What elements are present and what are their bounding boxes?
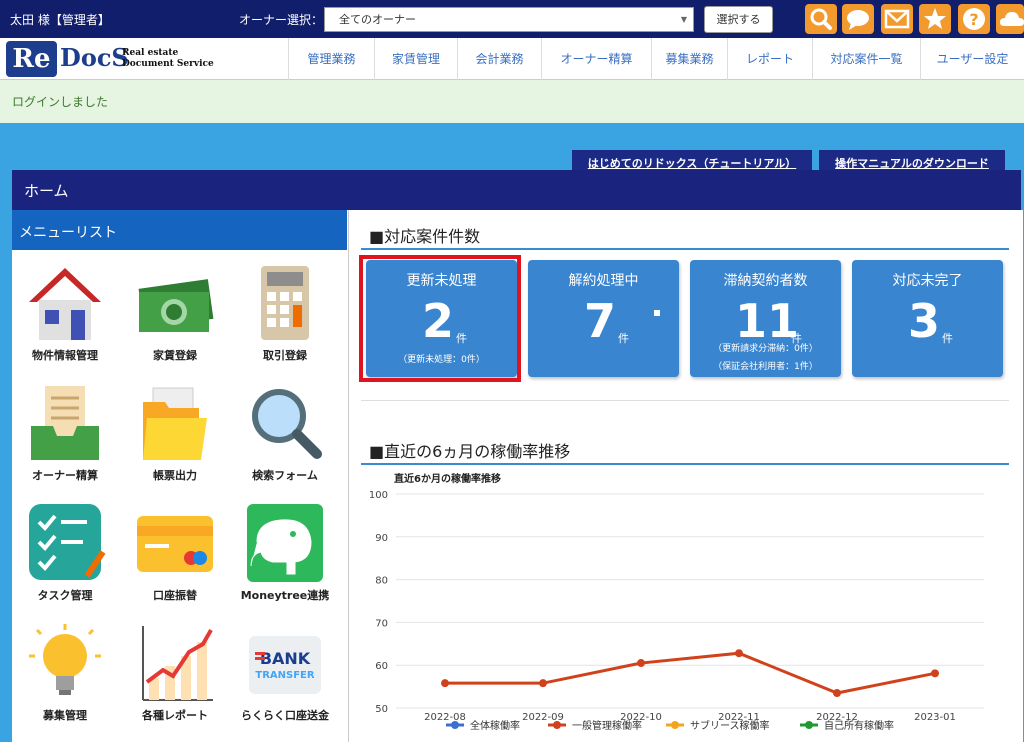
card-cancellation-processing[interactable]: 解約処理中 7 件 (528, 260, 679, 377)
card-incomplete-cases[interactable]: 対応未完了 3 件 (852, 260, 1003, 377)
owner-select[interactable]: 全てのオーナー ▼ (324, 7, 694, 32)
nav-rent[interactable]: 家賃管理 (374, 38, 457, 80)
nav-accounting[interactable]: 会計業務 (457, 38, 541, 80)
legend-label: サブリース稼働率 (690, 719, 770, 732)
chart-title: 直近6か月の稼働率推移 (394, 472, 501, 485)
mail-icon[interactable] (881, 4, 913, 34)
menu-title: メニューリスト (12, 210, 347, 250)
chat-icon[interactable] (842, 4, 874, 34)
house-icon (29, 268, 101, 340)
svg-text:BANK: BANK (260, 649, 311, 668)
y-tick-label: 50 (375, 704, 388, 715)
menu-task-management[interactable]: タスク管理 (10, 502, 120, 603)
legend-label: 一般管理稼働率 (572, 719, 642, 732)
data-point (539, 679, 547, 688)
legend-marker (805, 721, 813, 729)
folder-icon (143, 387, 207, 460)
user-name: 太田 様【管理者】 (10, 13, 110, 27)
x-tick-label: 2022-08 (424, 712, 466, 723)
chevron-down-icon: ▼ (680, 15, 687, 24)
dot-marker (654, 310, 660, 316)
top-bar: 太田 様【管理者】 オーナー選択： 全てのオーナー ▼ 選択する ? (0, 0, 1024, 38)
credit-card-icon (137, 516, 213, 572)
cloud-icon[interactable] (996, 4, 1024, 34)
legend-label: 全体稼働率 (470, 719, 520, 732)
occupancy-title: ■直近の6ヵ月の稼働率推移 (369, 442, 571, 461)
menu-form-output[interactable]: 帳票出力 (120, 382, 230, 483)
x-tick-label: 2023-01 (914, 712, 956, 723)
y-tick-label: 60 (375, 661, 388, 672)
data-point (441, 679, 449, 688)
star-icon[interactable] (919, 4, 951, 34)
logo-subtitle: Real estate Document Service (122, 48, 214, 69)
search-icon[interactable] (805, 4, 837, 34)
series-line (445, 651, 936, 695)
nav-owner-settlement[interactable]: オーナー精算 (541, 38, 651, 80)
menu-account-transfer[interactable]: 口座振替 (120, 502, 230, 603)
divider (361, 400, 1009, 401)
divider (361, 463, 1009, 465)
menu-transaction-registration[interactable]: 取引登録 (230, 262, 340, 363)
login-message: ログインしました (0, 80, 1024, 123)
highlight-box (359, 255, 521, 382)
nav-user-settings[interactable]: ユーザー設定 (920, 38, 1024, 80)
logo-docs-text: DocS (60, 43, 129, 72)
select-button[interactable]: 選択する (704, 6, 773, 33)
logo-re-mark: Re (6, 41, 57, 77)
card-delinquent-tenants[interactable]: 滞納契約者数 11 件 （更新請求分滞納：0件） （保証会社利用者：1件） (690, 260, 841, 377)
checklist-icon (29, 504, 106, 580)
menu-owner-settlement[interactable]: オーナー精算 (10, 382, 120, 483)
divider (361, 248, 1009, 250)
magnifier-icon (252, 389, 322, 459)
owner-select-value: 全てのオーナー (339, 13, 416, 26)
nav-case-list[interactable]: 対応案件一覧 (812, 38, 920, 80)
menu-property-management[interactable]: 物件情報管理 (10, 262, 120, 363)
svg-text:TRANSFER: TRANSFER (255, 670, 314, 681)
elephant-icon (247, 504, 323, 582)
y-tick-label: 90 (375, 533, 388, 544)
case-count-title: ■対応案件件数 (369, 227, 481, 246)
y-tick-label: 70 (375, 618, 388, 629)
legend-marker (451, 721, 459, 729)
lightbulb-icon (29, 624, 101, 695)
nav-recruitment[interactable]: 募集業務 (651, 38, 727, 80)
menu-search-form[interactable]: 検索フォーム (230, 382, 340, 483)
legend-label: 自己所有稼働率 (824, 719, 894, 732)
bank-transfer-logo: BANK TRANSFER (249, 636, 321, 694)
growth-chart-icon (142, 626, 213, 701)
svg-text:?: ? (969, 10, 978, 29)
y-tick-label: 80 (375, 576, 388, 587)
calculator-icon (261, 266, 309, 340)
occupancy-chart: 直近6か月の稼働率推移 50 60 70 80 90 100 2022-08 2022-09 20… (362, 468, 1012, 742)
nav-report[interactable]: レポート (727, 38, 812, 80)
menu-moneytree[interactable]: Moneytree連携 (230, 502, 340, 603)
menu-reports[interactable]: 各種レポート (120, 622, 230, 723)
menu-recruitment-management[interactable]: 募集管理 (10, 622, 120, 723)
money-icon (138, 279, 214, 332)
menu-rent-registration[interactable]: 家賃登録 (120, 262, 230, 363)
data-point (637, 659, 645, 668)
legend-marker (553, 721, 561, 729)
owner-select-label: オーナー選択： (239, 13, 324, 27)
help-icon[interactable]: ? (958, 4, 990, 34)
nav-management[interactable]: 管理業務 (288, 38, 374, 80)
data-point (833, 689, 841, 698)
y-tick-label: 100 (369, 490, 388, 501)
inbox-icon (31, 386, 99, 460)
data-point (735, 649, 743, 658)
legend-marker (671, 721, 679, 729)
redocs-logo[interactable]: Re DocS Real estate Document Service (6, 41, 276, 77)
data-point (931, 669, 939, 678)
home-title: ホーム (12, 170, 1021, 210)
menu-easy-remittance[interactable]: BANK TRANSFER らくらく口座送金 (230, 622, 340, 723)
